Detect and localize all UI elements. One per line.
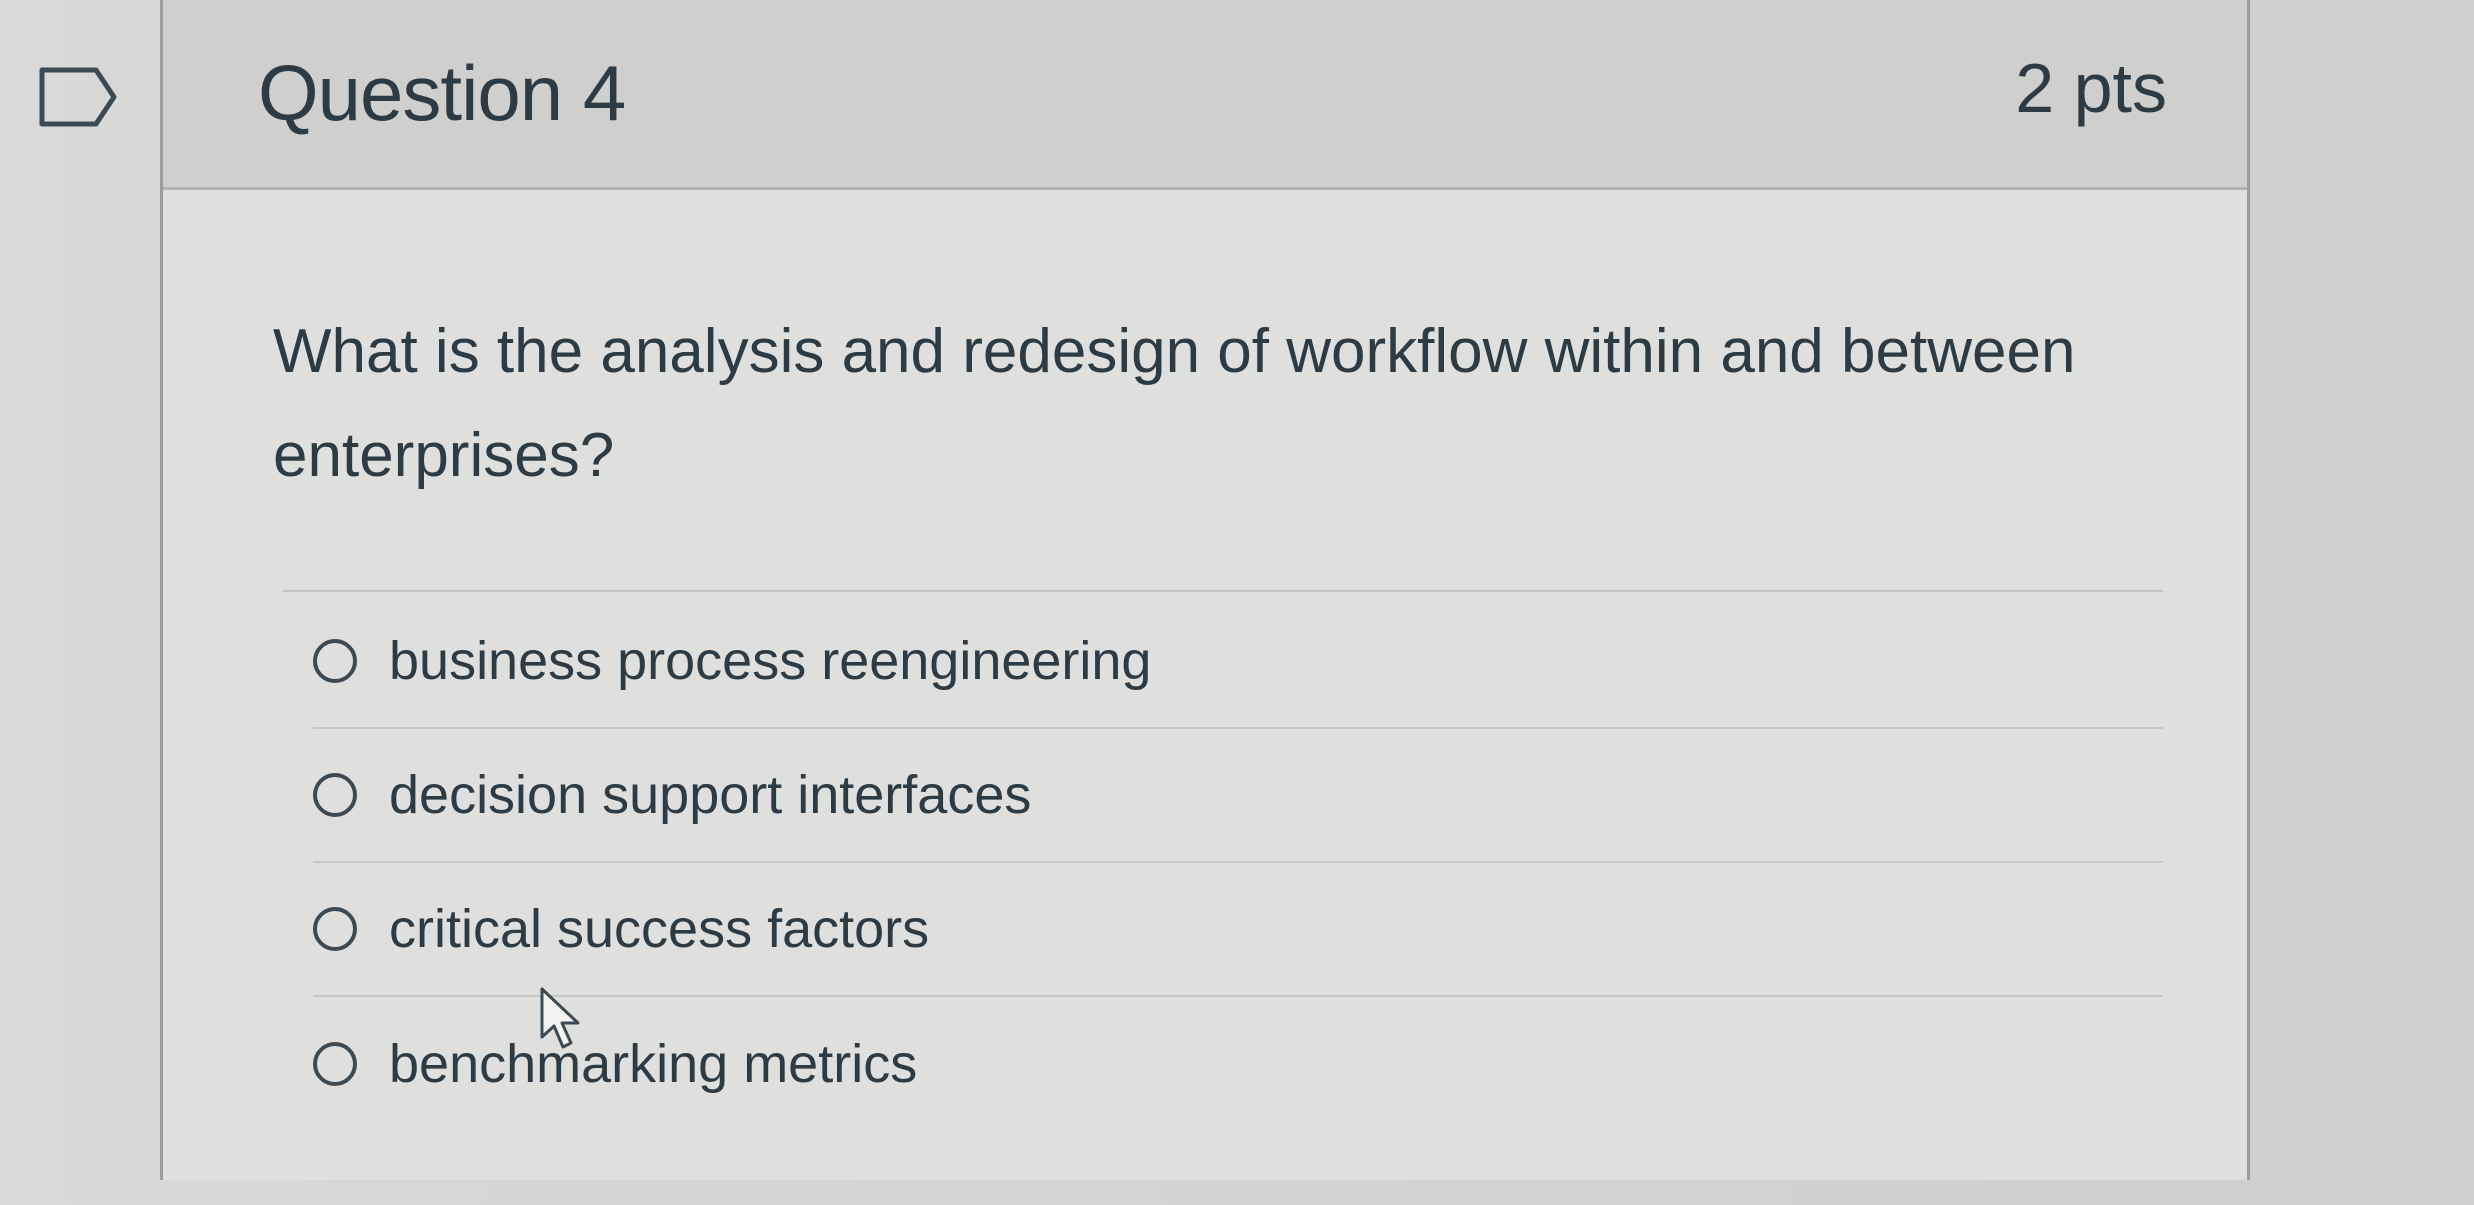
question-card: Question 4 2 pts What is the analysis an… bbox=[160, 0, 2250, 1180]
answer-label[interactable]: business process reengineering bbox=[389, 630, 1151, 692]
answer-label[interactable]: decision support interfaces bbox=[389, 764, 1031, 826]
question-title: Question 4 bbox=[258, 49, 626, 137]
question-header: Question 4 2 pts bbox=[163, 0, 2247, 190]
answer-option-3[interactable]: critical success factors bbox=[313, 863, 2163, 997]
answer-label[interactable]: critical success factors bbox=[389, 898, 929, 960]
question-points: 2 pts bbox=[2015, 49, 2167, 127]
question-body: What is the analysis and redesign of wor… bbox=[163, 190, 2247, 1180]
radio-button[interactable] bbox=[313, 1042, 357, 1086]
flag-question-icon[interactable] bbox=[38, 66, 118, 128]
answer-label[interactable]: benchmarking metrics bbox=[389, 1033, 917, 1095]
answer-option-2[interactable]: decision support interfaces bbox=[313, 729, 2163, 863]
radio-button[interactable] bbox=[313, 773, 357, 817]
quiz-page: Question 4 2 pts What is the analysis an… bbox=[0, 0, 2474, 1205]
mouse-pointer-icon bbox=[538, 985, 594, 1055]
answers-top-divider bbox=[283, 590, 2163, 592]
question-prompt: What is the analysis and redesign of wor… bbox=[273, 317, 2076, 490]
radio-button[interactable] bbox=[313, 639, 357, 683]
radio-button[interactable] bbox=[313, 907, 357, 951]
answer-option-1[interactable]: business process reengineering bbox=[313, 595, 2163, 729]
